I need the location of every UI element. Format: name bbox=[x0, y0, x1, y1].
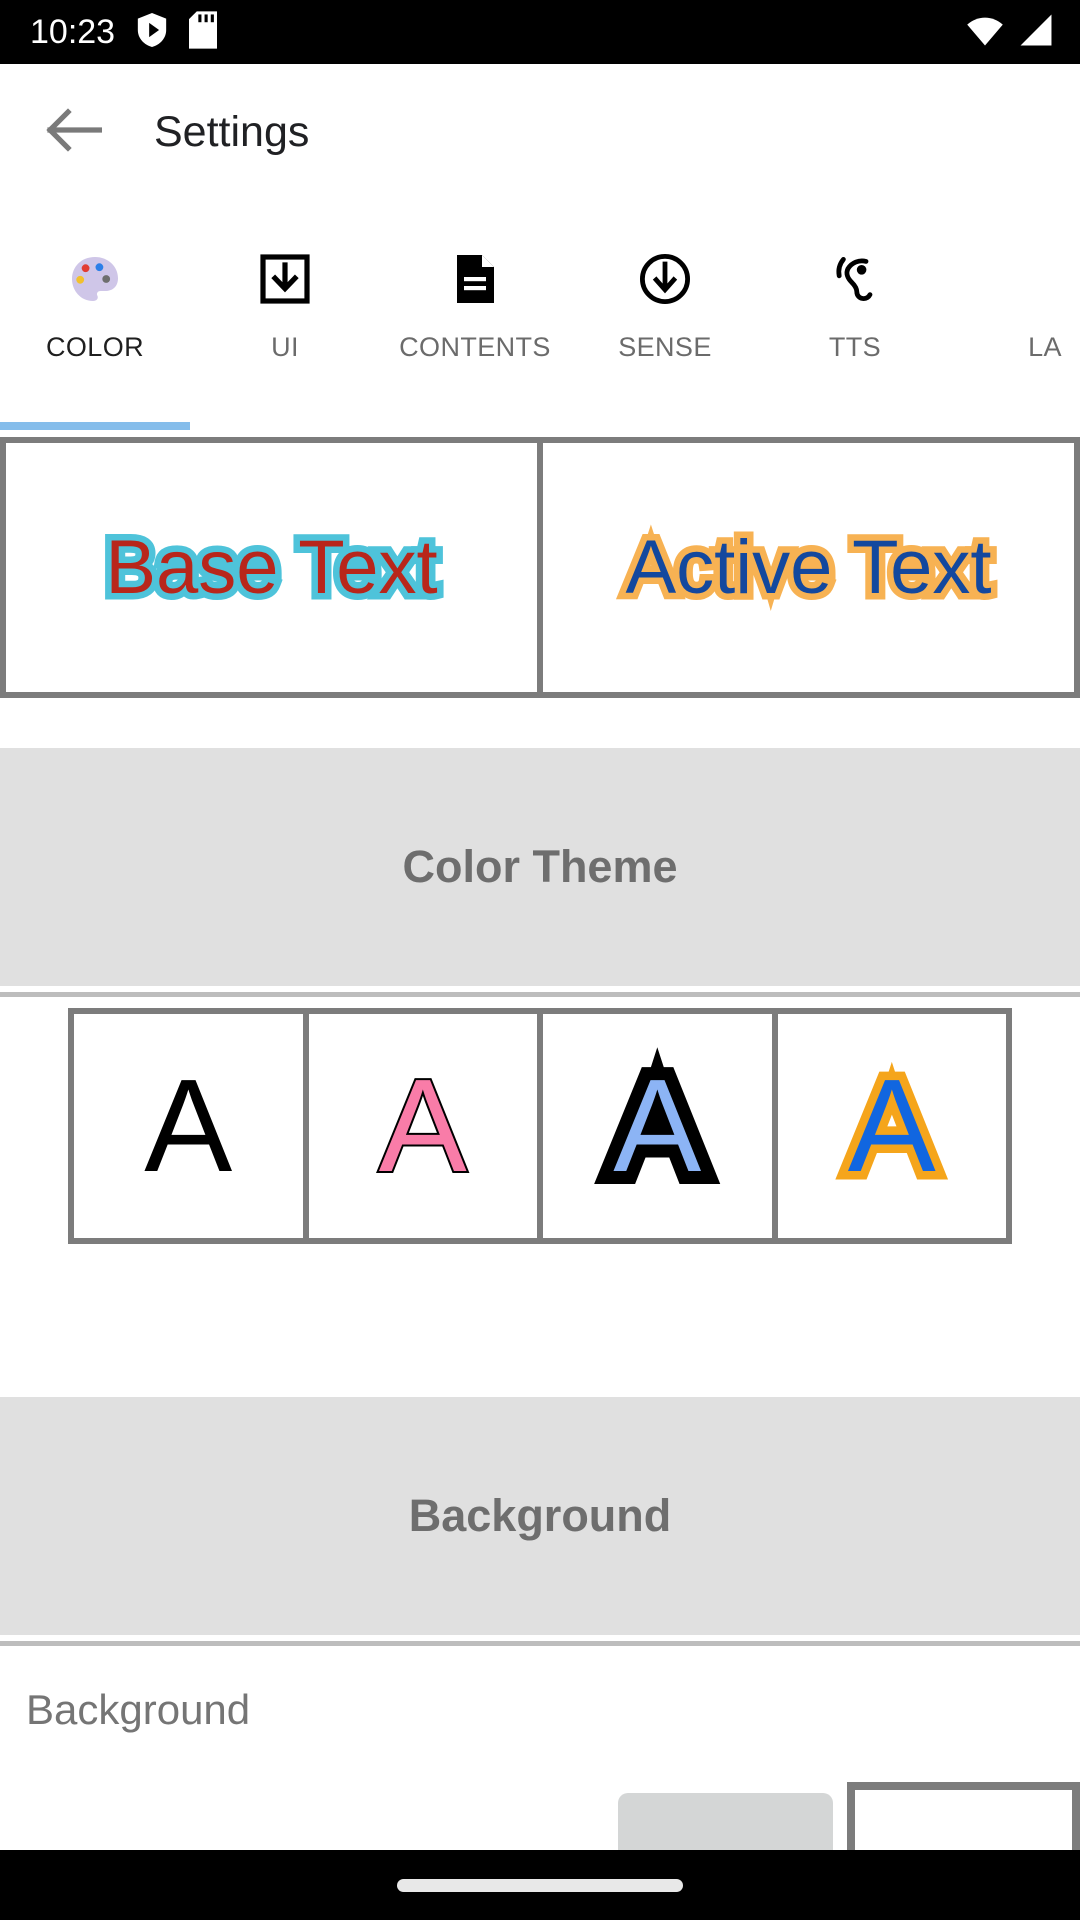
tab-strip[interactable]: COLOR UI CONTENTS SENSE TTS LA bbox=[0, 200, 1080, 430]
background-setting-row[interactable]: Background bbox=[0, 1660, 1080, 1905]
ear-hearing-icon bbox=[827, 248, 883, 310]
text-preview-frame: Base Text Active Text bbox=[0, 437, 1080, 698]
tab-color[interactable]: COLOR bbox=[0, 200, 190, 430]
base-text-preview[interactable]: Base Text bbox=[6, 443, 537, 692]
status-bar-left: 10:23 bbox=[30, 10, 966, 54]
theme-swatch-black[interactable]: A bbox=[74, 1014, 303, 1238]
tab-tts[interactable]: TTS bbox=[760, 200, 950, 430]
play-protect-shield-icon bbox=[135, 11, 169, 54]
section-title: Color Theme bbox=[402, 841, 678, 892]
tab-label: COLOR bbox=[45, 332, 145, 362]
section-divider bbox=[0, 1641, 1080, 1646]
tab-layout[interactable]: LA bbox=[950, 200, 1080, 430]
tab-label: LA bbox=[1028, 332, 1062, 362]
tab-label: TTS bbox=[828, 332, 882, 362]
tab-label: UI bbox=[271, 332, 299, 362]
theme-swatch-blue-black[interactable]: A bbox=[543, 1014, 772, 1238]
tab-contents[interactable]: CONTENTS bbox=[380, 200, 570, 430]
cellular-signal-icon bbox=[1018, 13, 1054, 52]
wifi-icon bbox=[966, 13, 1004, 52]
section-title: Background bbox=[408, 1490, 672, 1541]
sd-card-icon bbox=[189, 10, 218, 54]
status-bar-right bbox=[966, 13, 1054, 52]
home-gesture-pill[interactable] bbox=[397, 1878, 683, 1892]
status-clock: 10:23 bbox=[30, 13, 116, 51]
theme-swatch-glyph: A bbox=[600, 1047, 714, 1205]
theme-swatch-glyph: A bbox=[377, 1052, 469, 1199]
tab-sense[interactable]: SENSE bbox=[570, 200, 760, 430]
status-bar: 10:23 bbox=[0, 0, 1080, 64]
tab-label: CONTENTS bbox=[399, 332, 551, 362]
tab-label: SENSE bbox=[618, 332, 712, 362]
active-text-preview[interactable]: Active Text bbox=[543, 443, 1074, 692]
tab-ui[interactable]: UI bbox=[190, 200, 380, 430]
back-button[interactable] bbox=[24, 82, 124, 182]
system-navigation-bar bbox=[0, 1850, 1080, 1920]
active-text-preview-label: Active Text bbox=[619, 519, 998, 617]
background-row-label: Background bbox=[26, 1686, 251, 1733]
base-text-preview-label: Base Text bbox=[99, 519, 444, 617]
download-circle-icon bbox=[637, 248, 693, 310]
page-title: Settings bbox=[154, 107, 310, 156]
section-header-background: Background bbox=[0, 1397, 1080, 1635]
theme-swatch-blue-orange[interactable]: A bbox=[777, 1014, 1006, 1238]
theme-swatch-glyph: A bbox=[839, 1051, 944, 1200]
tab-active-indicator bbox=[0, 422, 190, 430]
tab-bar: COLOR UI CONTENTS SENSE TTS LA bbox=[0, 200, 1080, 438]
back-arrow-icon bbox=[46, 107, 103, 157]
app-bar: Settings bbox=[0, 64, 1080, 200]
document-icon bbox=[447, 248, 503, 310]
download-box-icon bbox=[257, 248, 313, 310]
palette-icon bbox=[67, 248, 123, 310]
color-theme-swatch-row: A A A A bbox=[68, 1008, 1012, 1244]
theme-swatch-glyph: A bbox=[144, 1052, 233, 1199]
section-header-color-theme: Color Theme bbox=[0, 748, 1080, 986]
section-divider bbox=[0, 992, 1080, 997]
theme-swatch-pink[interactable]: A bbox=[308, 1014, 537, 1238]
